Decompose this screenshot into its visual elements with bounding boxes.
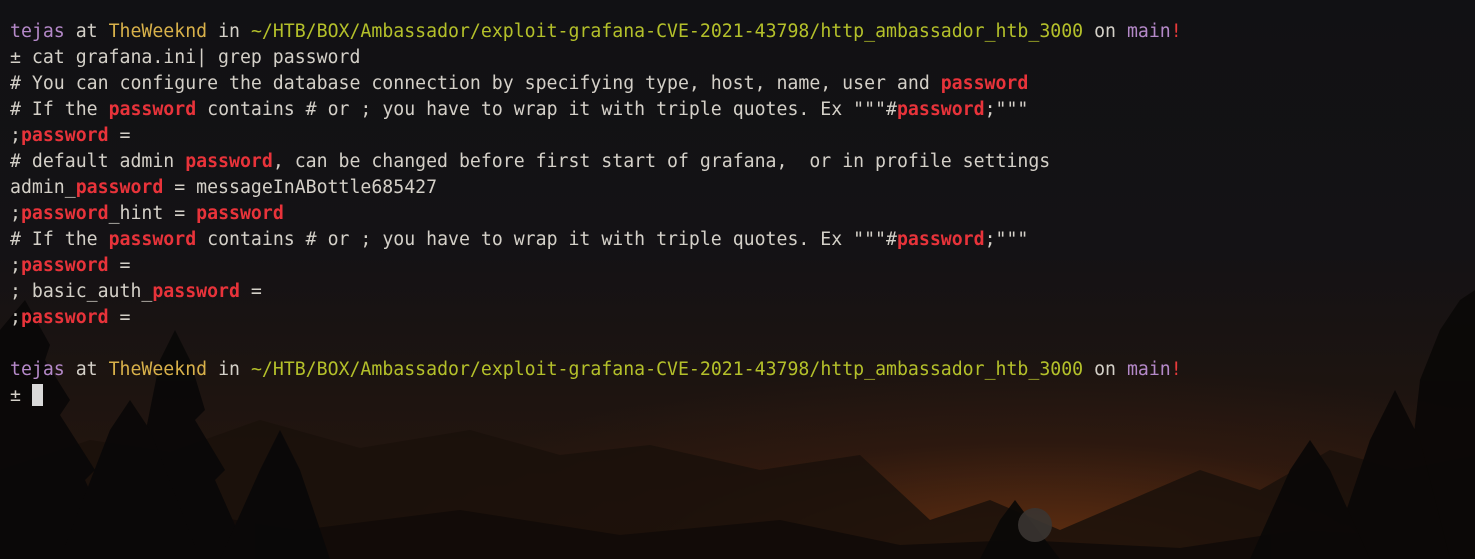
terminal-text: main: [1126, 21, 1171, 42]
grep-match: password: [185, 151, 273, 172]
grep-match: password: [20, 307, 109, 328]
terminal-output[interactable]: tejas at TheWeeknd in ~/HTB/BOX/Ambassad…: [10, 19, 1182, 409]
terminal-text: ;""": [984, 99, 1029, 120]
grep-match: password: [152, 281, 240, 302]
terminal-line: ±: [10, 383, 1182, 409]
terminal-text: in: [207, 359, 251, 380]
grep-match: password: [20, 255, 109, 276]
terminal-text: # You can configure the database connect…: [10, 73, 941, 94]
terminal-text: TheWeeknd: [108, 21, 208, 42]
terminal-text: in: [207, 21, 251, 42]
terminal-line: ± cat grafana.ini| grep password: [10, 45, 1182, 71]
terminal-text: tejas: [10, 359, 65, 380]
grep-match: password: [20, 203, 109, 224]
terminal-line: tejas at TheWeeknd in ~/HTB/BOX/Ambassad…: [10, 19, 1182, 45]
terminal-text: ;: [10, 125, 21, 146]
terminal-line: tejas at TheWeeknd in ~/HTB/BOX/Ambassad…: [10, 357, 1182, 383]
grep-match: password: [108, 229, 197, 250]
grep-match: password: [896, 99, 985, 120]
terminal-text: contains # or ; you have to wrap it with…: [196, 99, 897, 120]
text-cursor: [31, 384, 43, 406]
terminal-line: ;password =: [10, 305, 1182, 331]
terminal-text: =: [239, 281, 262, 302]
terminal-line: admin_password = messageInABottle685427: [10, 175, 1182, 201]
terminal-text: TheWeeknd: [108, 359, 208, 380]
grep-match: password: [75, 177, 164, 198]
sun: [1018, 508, 1052, 542]
terminal-text: ;""": [984, 229, 1029, 250]
terminal-text: on: [1083, 21, 1127, 42]
terminal-text: !: [1170, 21, 1182, 42]
terminal-text: admin_: [10, 177, 76, 198]
terminal-text: # If the: [10, 229, 109, 250]
terminal-text: = messageInABottle685427: [163, 177, 438, 198]
terminal-text: _hint =: [108, 203, 197, 224]
terminal-text: , can be changed before first start of g…: [272, 151, 1051, 172]
terminal-text: at: [64, 21, 109, 42]
terminal-text: # If the: [10, 99, 109, 120]
terminal-text: =: [108, 255, 131, 276]
grep-match: password: [896, 229, 985, 250]
terminal-line: # If the password contains # or ; you ha…: [10, 97, 1182, 123]
terminal-text: ;: [10, 255, 21, 276]
terminal-text: at: [64, 359, 109, 380]
terminal-text: on: [1083, 359, 1127, 380]
terminal-line: ;password =: [10, 123, 1182, 149]
grep-match: password: [940, 73, 1029, 94]
terminal-text: ~/HTB/BOX/Ambassador/exploit-grafana-CVE…: [250, 359, 1084, 380]
terminal-text: contains # or ; you have to wrap it with…: [196, 229, 897, 250]
terminal-line: ;password =: [10, 253, 1182, 279]
terminal-text: # default admin: [10, 151, 186, 172]
terminal-line: # default admin password, can be changed…: [10, 149, 1182, 175]
terminal-line: # If the password contains # or ; you ha…: [10, 227, 1182, 253]
terminal-text: ; basic_auth_: [10, 281, 153, 302]
terminal-text: ± cat grafana.ini| grep password: [10, 47, 361, 68]
grep-match: password: [196, 203, 284, 224]
terminal-text: ±: [10, 385, 32, 406]
terminal-line: # You can configure the database connect…: [10, 71, 1182, 97]
terminal-text: tejas: [10, 21, 65, 42]
terminal-window[interactable]: tejas at TheWeeknd in ~/HTB/BOX/Ambassad…: [0, 0, 1475, 559]
terminal-text: ;: [10, 307, 21, 328]
grep-match: password: [20, 125, 109, 146]
terminal-text: ;: [10, 203, 21, 224]
terminal-line: ; basic_auth_password =: [10, 279, 1182, 305]
terminal-text: !: [1170, 359, 1182, 380]
terminal-text: main: [1126, 359, 1171, 380]
grep-match: password: [108, 99, 197, 120]
terminal-text: ~/HTB/BOX/Ambassador/exploit-grafana-CVE…: [250, 21, 1084, 42]
terminal-text: =: [108, 307, 131, 328]
terminal-line: ;password_hint = password: [10, 201, 1182, 227]
terminal-text: =: [108, 125, 131, 146]
